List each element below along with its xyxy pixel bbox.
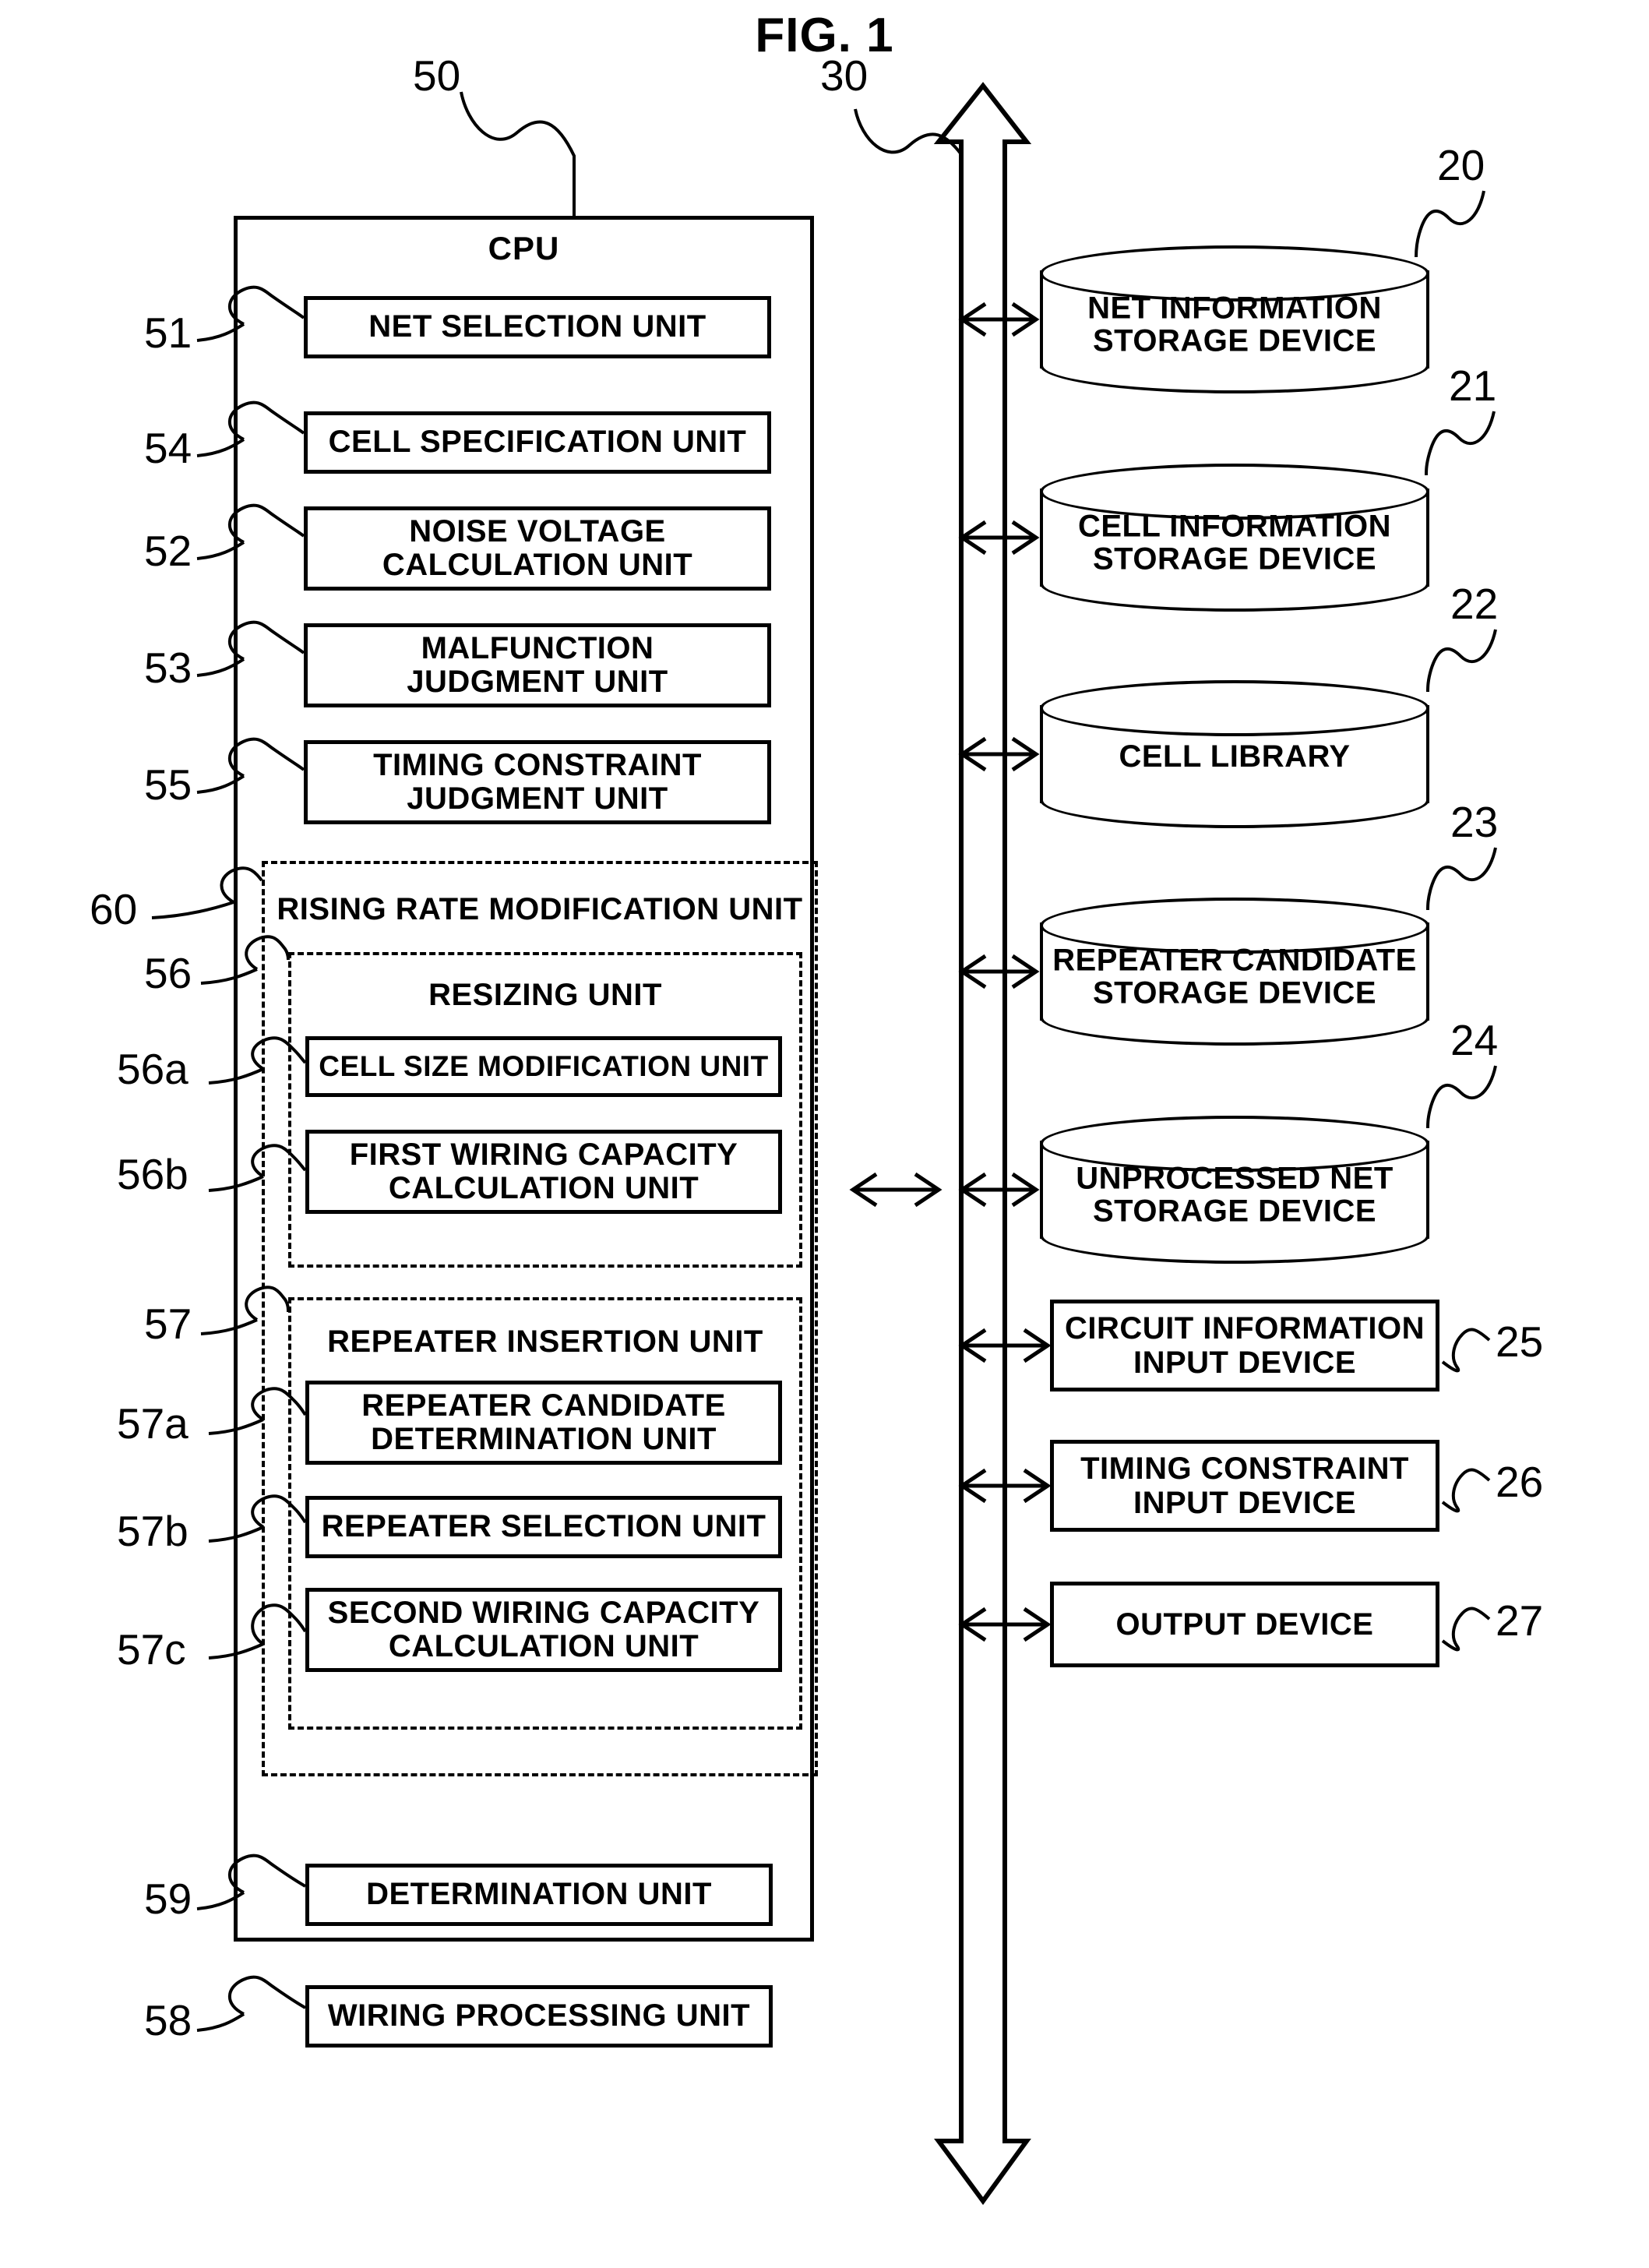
- ref-number-59: 59: [144, 1875, 192, 1923]
- device-label: CIRCUIT INFORMATION INPUT DEVICE: [1064, 1311, 1425, 1380]
- ref-number-50: 50: [413, 51, 461, 100]
- leader-line-30: [854, 108, 963, 156]
- unit-timing-constraint-judgment: TIMING CONSTRAINT JUDGMENT UNIT: [304, 740, 771, 824]
- cylinder-label: CELL INFORMATION STORAGE DEVICE: [1077, 509, 1392, 577]
- leader-line-24: [1426, 1065, 1497, 1129]
- bus-link-arrow-21: [958, 520, 1040, 556]
- ref-number-26: 26: [1496, 1458, 1544, 1506]
- cylinder-label: NET INFORMATION STORAGE DEVICE: [1087, 291, 1382, 358]
- bus-link-arrow-26: [958, 1468, 1052, 1504]
- leader-line-25: [1441, 1328, 1491, 1373]
- leader-line-26: [1441, 1468, 1491, 1513]
- unit-label: WIRING PROCESSING UNIT: [327, 1998, 751, 2033]
- bus-link-arrow-25: [958, 1328, 1052, 1363]
- ref-number-60: 60: [90, 885, 138, 933]
- unit-label: CELL SIZE MODIFICATION UNIT: [319, 1050, 769, 1083]
- unit-wiring-processing: WIRING PROCESSING UNIT: [305, 1985, 773, 2048]
- ref-number-57a: 57a: [117, 1399, 189, 1448]
- ref-number-51: 51: [144, 309, 192, 357]
- ref-number-56a: 56a: [117, 1045, 189, 1093]
- unit-noise-voltage-calculation: NOISE VOLTAGE CALCULATION UNIT: [304, 506, 771, 591]
- unit-label: FIRST WIRING CAPACITY CALCULATION UNIT: [349, 1137, 738, 1205]
- leader-line-50: [460, 91, 576, 216]
- cylinder-cell-library: CELL LIBRARY: [1040, 680, 1429, 828]
- device-output: OUTPUT DEVICE: [1050, 1582, 1439, 1667]
- unit-label: CELL SPECIFICATION UNIT: [328, 425, 747, 460]
- unit-label: TIMING CONSTRAINT JUDGMENT UNIT: [373, 747, 702, 816]
- leader-line-21: [1425, 411, 1496, 476]
- ref-number-21: 21: [1449, 362, 1497, 410]
- unit-label: REPEATER CANDIDATE DETERMINATION UNIT: [361, 1388, 726, 1456]
- bus-link-arrow-24: [958, 1172, 1040, 1208]
- cylinder-net-information-storage-device: NET INFORMATION STORAGE DEVICE: [1040, 245, 1429, 393]
- bus-link-arrow-22: [958, 736, 1040, 772]
- ref-number-55: 55: [144, 760, 192, 809]
- bus-link-arrow-20: [958, 302, 1040, 337]
- ref-number-20: 20: [1437, 141, 1485, 189]
- ref-number-57: 57: [144, 1300, 192, 1348]
- ref-number-53: 53: [144, 644, 192, 692]
- unit-determination: DETERMINATION UNIT: [305, 1864, 773, 1926]
- unit-malfunction-judgment: MALFUNCTION JUDGMENT UNIT: [304, 623, 771, 707]
- bus-link-arrow-cpu: [849, 1172, 943, 1208]
- cylinder-unprocessed-net-storage-device: UNPROCESSED NET STORAGE DEVICE: [1040, 1116, 1429, 1264]
- ref-number-56: 56: [144, 949, 192, 997]
- cylinder-label: UNPROCESSED NET STORAGE DEVICE: [1076, 1161, 1394, 1229]
- unit-cell-specification: CELL SPECIFICATION UNIT: [304, 411, 771, 474]
- unit-label: REPEATER SELECTION UNIT: [321, 1509, 766, 1544]
- unit-cell-size-modification: CELL SIZE MODIFICATION UNIT: [305, 1036, 782, 1097]
- ref-number-23: 23: [1450, 798, 1499, 846]
- unit-label: NOISE VOLTAGE CALCULATION UNIT: [382, 513, 693, 582]
- cylinder-top: [1040, 680, 1429, 736]
- ref-number-52: 52: [144, 527, 192, 575]
- cpu-label: CPU: [488, 230, 560, 266]
- unit-repeater-selection: REPEATER SELECTION UNIT: [305, 1496, 782, 1558]
- ref-number-25: 25: [1496, 1317, 1544, 1366]
- device-label: TIMING CONSTRAINT INPUT DEVICE: [1080, 1451, 1409, 1520]
- cylinder-repeater-candidate-storage-device: REPEATER CANDIDATE STORAGE DEVICE: [1040, 898, 1429, 1046]
- leader-line-27: [1441, 1607, 1491, 1652]
- cylinder-cell-information-storage-device: CELL INFORMATION STORAGE DEVICE: [1040, 464, 1429, 612]
- cylinder-label: REPEATER CANDIDATE STORAGE DEVICE: [1052, 943, 1417, 1011]
- leader-line-58: [196, 1975, 306, 2032]
- group-repeater-insertion-unit-label: REPEATER INSERTION UNIT: [327, 1324, 763, 1359]
- unit-label: MALFUNCTION JUDGMENT UNIT: [407, 630, 668, 699]
- unit-label: SECOND WIRING CAPACITY CALCULATION UNIT: [327, 1595, 760, 1663]
- leader-line-22: [1426, 629, 1497, 693]
- bus-link-arrow-27: [958, 1607, 1052, 1642]
- leader-line-23: [1426, 847, 1497, 911]
- device-timing-constraint-input: TIMING CONSTRAINT INPUT DEVICE: [1050, 1440, 1439, 1532]
- unit-label: NET SELECTION UNIT: [368, 309, 706, 344]
- cylinder-label: CELL LIBRARY: [1119, 739, 1351, 774]
- ref-number-57c: 57c: [117, 1625, 186, 1674]
- system-bus-arrow: [933, 82, 1032, 2206]
- ref-number-54: 54: [144, 424, 192, 472]
- ref-number-58: 58: [144, 1996, 192, 2044]
- unit-first-wiring-capacity-calculation: FIRST WIRING CAPACITY CALCULATION UNIT: [305, 1130, 782, 1214]
- group-rising-rate-modification-unit-label: RISING RATE MODIFICATION UNIT: [277, 892, 803, 926]
- unit-net-selection: NET SELECTION UNIT: [304, 296, 771, 358]
- ref-number-27: 27: [1496, 1596, 1544, 1645]
- unit-second-wiring-capacity-calculation: SECOND WIRING CAPACITY CALCULATION UNIT: [305, 1588, 782, 1672]
- device-circuit-information-input: CIRCUIT INFORMATION INPUT DEVICE: [1050, 1300, 1439, 1391]
- ref-number-24: 24: [1450, 1016, 1499, 1064]
- unit-label: DETERMINATION UNIT: [366, 1877, 712, 1912]
- ref-number-56b: 56b: [117, 1150, 189, 1198]
- ref-number-30: 30: [820, 51, 869, 100]
- group-resizing-unit-label: RESIZING UNIT: [428, 978, 662, 1012]
- ref-number-22: 22: [1450, 580, 1499, 628]
- bus-link-arrow-23: [958, 954, 1040, 989]
- unit-repeater-candidate-determination: REPEATER CANDIDATE DETERMINATION UNIT: [305, 1381, 782, 1465]
- device-label: OUTPUT DEVICE: [1115, 1607, 1374, 1642]
- ref-number-57b: 57b: [117, 1507, 189, 1555]
